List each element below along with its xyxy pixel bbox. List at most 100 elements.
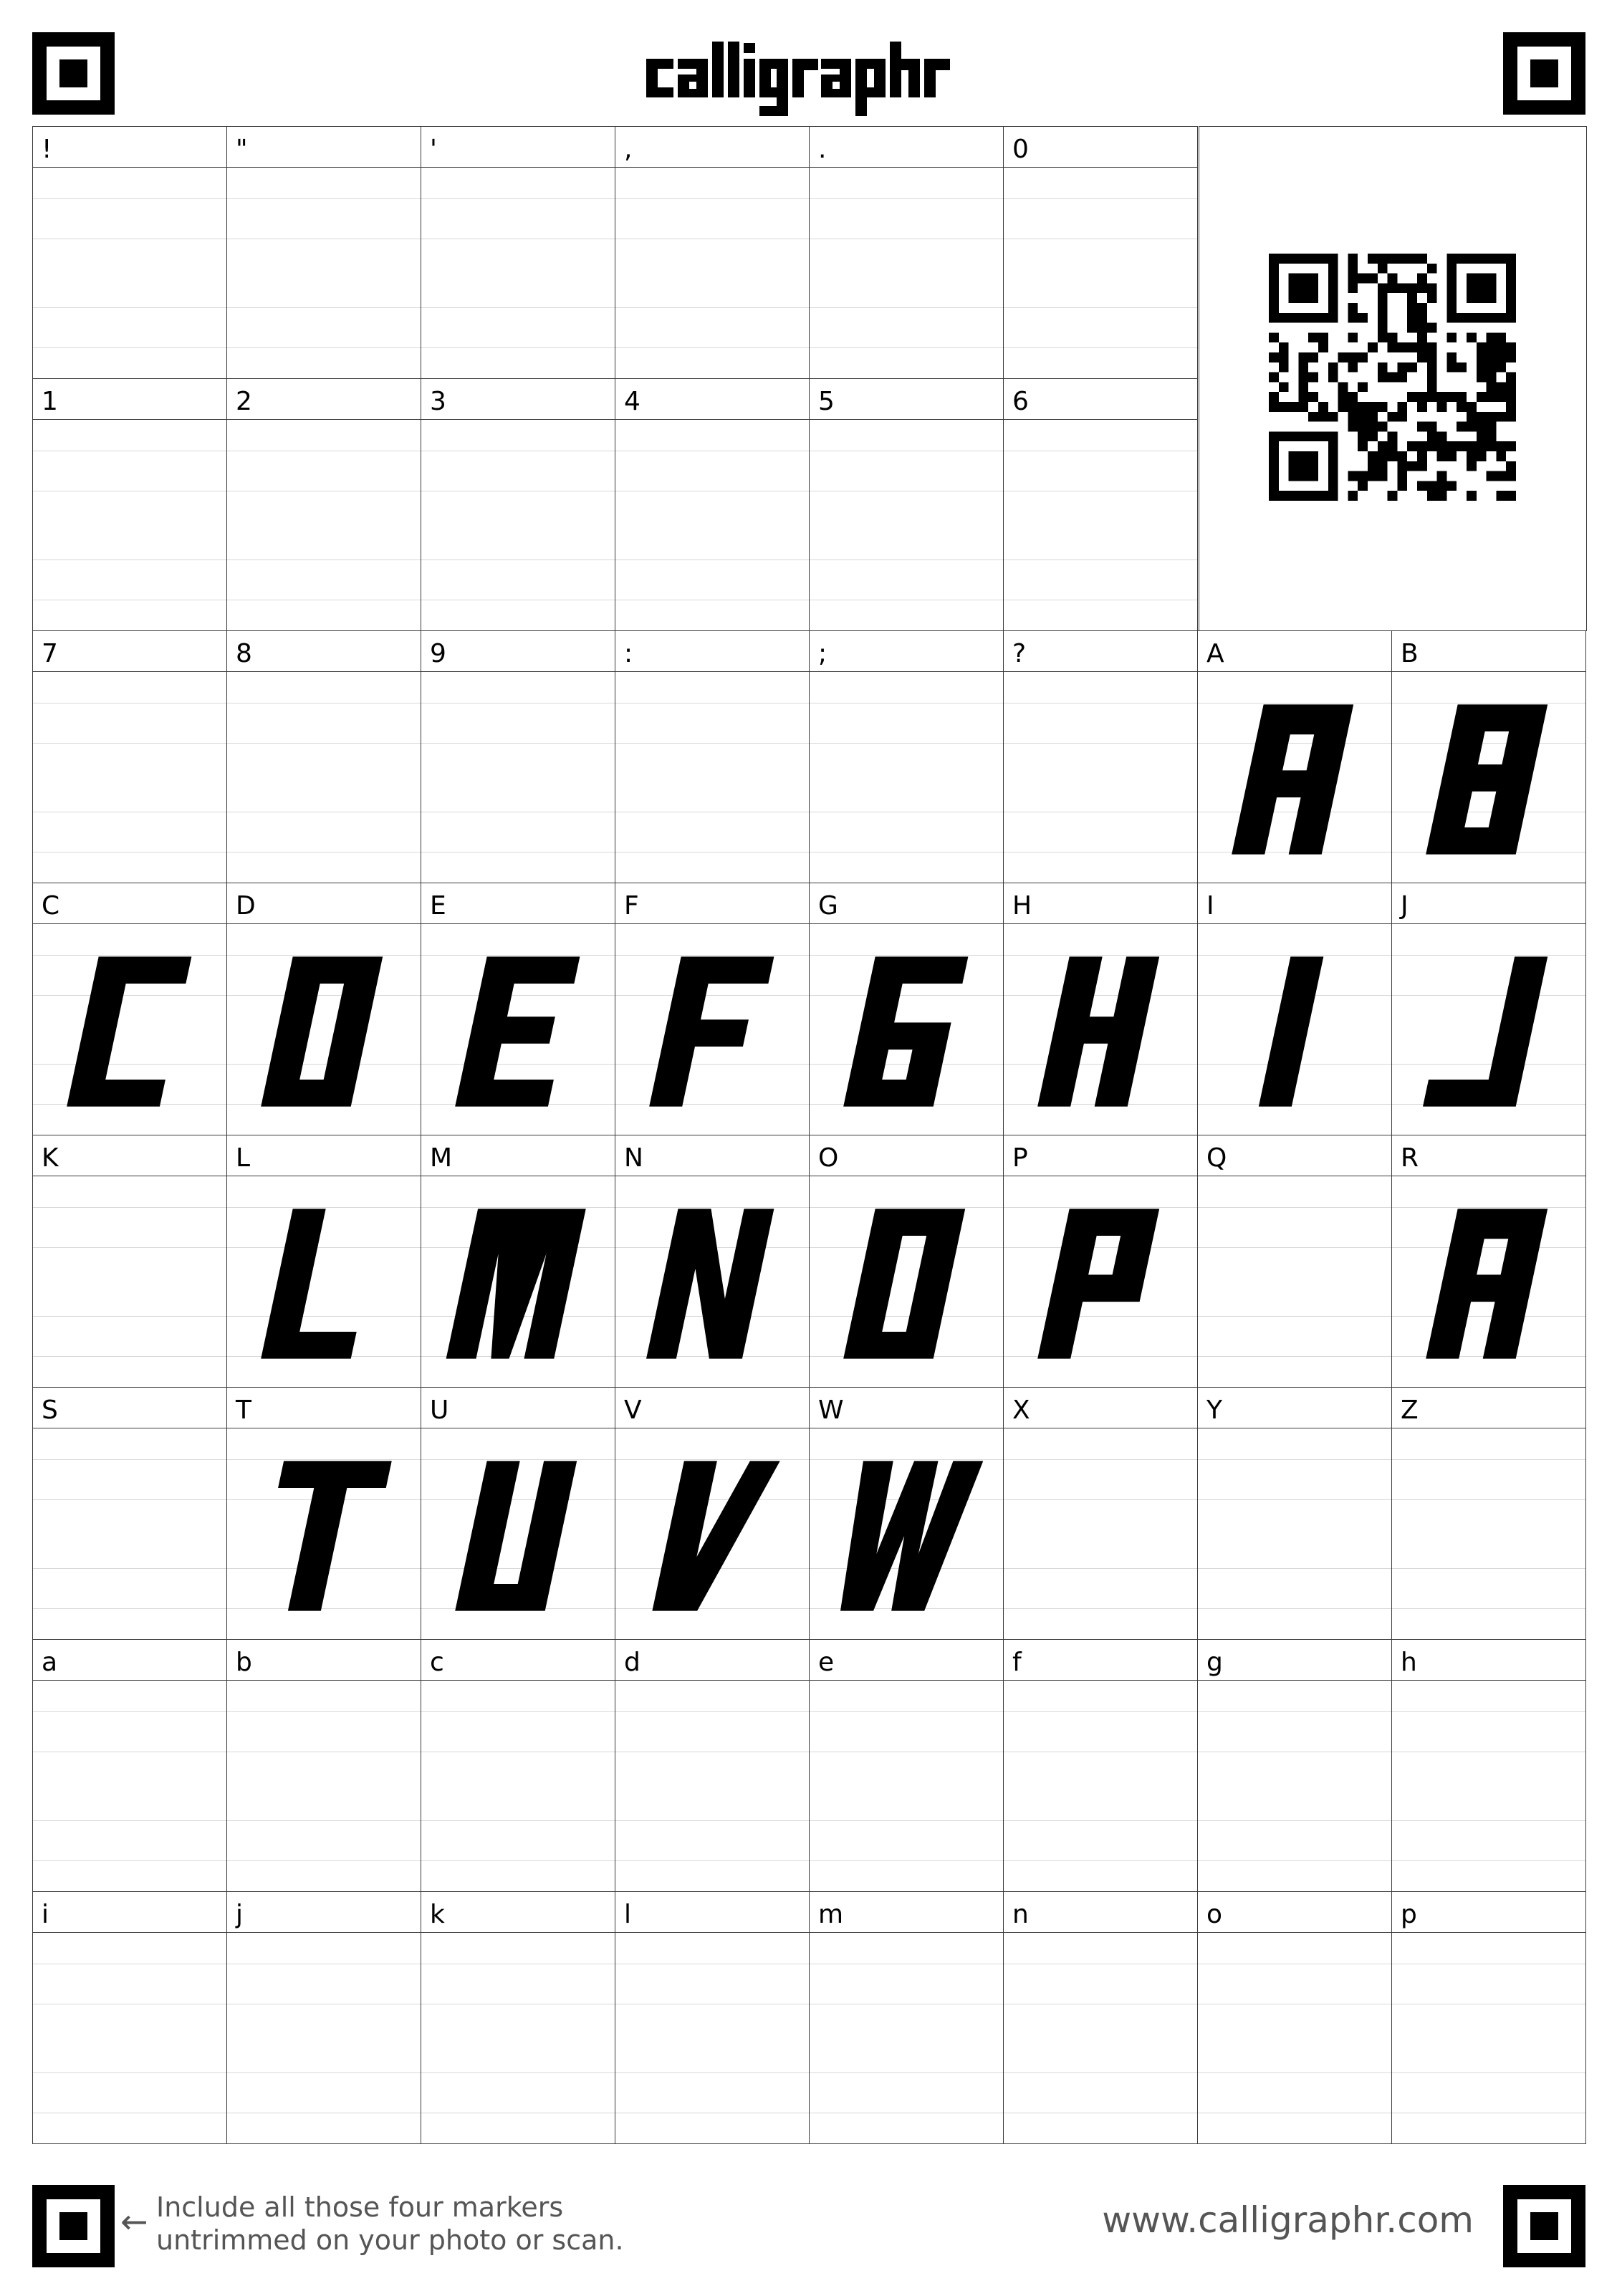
- guide-line: [421, 307, 615, 308]
- handwritten-glyph: [843, 956, 969, 1107]
- guide-line: [615, 2072, 809, 2073]
- website-url: www.calligraphr.com: [1102, 2199, 1474, 2241]
- glyph-cell: .: [809, 126, 1004, 379]
- guide-line: [33, 1608, 226, 1609]
- glyph-cell-label: d: [615, 1640, 809, 1681]
- glyph-cell: P: [1003, 1135, 1198, 1388]
- guide-line: [1198, 1316, 1391, 1317]
- guide-line: [615, 307, 809, 308]
- guide-line: [33, 307, 226, 308]
- glyph-cell: c: [421, 1639, 615, 1892]
- handwritten-glyph: [1037, 1209, 1160, 1359]
- guide-line: [1198, 1860, 1391, 1861]
- glyph-cell-label: ': [421, 127, 615, 168]
- guide-line: [1004, 1608, 1197, 1609]
- glyph-cell: A: [1197, 630, 1392, 883]
- guide-line: [33, 1711, 226, 1712]
- guide-line: [1198, 1820, 1391, 1821]
- glyph-cell: B: [1391, 630, 1586, 883]
- guide-line: [1392, 1499, 1585, 1500]
- guide-line: [33, 198, 226, 199]
- glyph-cell-label: 6: [1004, 379, 1197, 420]
- guide-line: [421, 198, 615, 199]
- guide-line: [227, 1860, 421, 1861]
- glyph-cell-label: b: [227, 1640, 421, 1681]
- glyph-cell-label: N: [615, 1135, 809, 1176]
- glyph-cell: h: [1391, 1639, 1586, 1892]
- handwritten-glyph: [261, 1209, 357, 1359]
- glyph-cell-label: k: [421, 1892, 615, 1933]
- glyph-cell-label: ": [227, 127, 421, 168]
- glyph-cell: L: [226, 1135, 421, 1388]
- glyph-cell: 4: [615, 378, 810, 631]
- glyph-cell: j: [226, 1891, 421, 2144]
- guide-line: [615, 743, 809, 744]
- glyph-cell-label: X: [1004, 1388, 1197, 1428]
- guide-line: [421, 559, 615, 560]
- glyph-cell-label: K: [33, 1135, 226, 1176]
- glyph-cell-label: g: [1198, 1640, 1391, 1681]
- guide-line: [33, 1207, 226, 1208]
- glyph-cell-label: .: [810, 127, 1003, 168]
- glyph-cell: C: [32, 883, 227, 1135]
- glyph-cell-label: J: [1392, 883, 1585, 924]
- left-arrow-icon: ←: [120, 2202, 148, 2241]
- guide-line: [1198, 1568, 1391, 1569]
- handwritten-glyph: [1232, 704, 1354, 855]
- guide-line: [227, 559, 421, 560]
- guide-line: [1392, 1459, 1585, 1460]
- glyph-cell-label: i: [33, 1892, 226, 1933]
- glyph-cell-label: A: [1198, 631, 1391, 672]
- marker-instruction-line-1: Include all those four markers: [156, 2191, 564, 2223]
- guide-line: [1392, 1608, 1585, 1609]
- guide-line: [1004, 1568, 1197, 1569]
- glyph-cell: i: [32, 1891, 227, 2144]
- glyph-cell: M: [421, 1135, 615, 1388]
- glyph-cell-label: 1: [33, 379, 226, 420]
- guide-line: [810, 559, 1003, 560]
- glyph-cell: :: [615, 630, 810, 883]
- guide-line: [1004, 743, 1197, 744]
- guide-line: [1392, 2072, 1585, 2073]
- guide-line: [33, 347, 226, 348]
- guide-line: [1004, 1499, 1197, 1500]
- glyph-cell-label: D: [227, 883, 421, 924]
- glyph-cell-label: ;: [810, 631, 1003, 672]
- glyph-cell: ,: [615, 126, 810, 379]
- guide-line: [615, 347, 809, 348]
- glyph-cell: 0: [1003, 126, 1198, 379]
- handwritten-glyph: [652, 1461, 780, 1611]
- guide-line: [1004, 198, 1197, 199]
- glyph-cell-label: a: [33, 1640, 226, 1681]
- handwritten-glyph: [843, 1209, 966, 1359]
- glyph-cell: !: [32, 126, 227, 379]
- glyph-cell: m: [809, 1891, 1004, 2144]
- handwritten-glyph: [1426, 704, 1548, 855]
- guide-line: [33, 1499, 226, 1500]
- glyph-cell: f: [1003, 1639, 1198, 1892]
- guide-line: [810, 1820, 1003, 1821]
- guide-line: [615, 198, 809, 199]
- guide-line: [33, 1459, 226, 1460]
- glyph-cell-label: 7: [33, 631, 226, 672]
- guide-line: [1198, 1459, 1391, 1460]
- guide-line: [1004, 559, 1197, 560]
- glyph-cell: Q: [1197, 1135, 1392, 1388]
- guide-line: [1004, 1459, 1197, 1460]
- glyph-cell-label: f: [1004, 1640, 1197, 1681]
- guide-line: [1004, 307, 1197, 308]
- glyph-cell-label: S: [33, 1388, 226, 1428]
- glyph-cell-label: Y: [1198, 1388, 1391, 1428]
- guide-line: [1392, 1568, 1585, 1569]
- glyph-cell: a: [32, 1639, 227, 1892]
- glyph-cell: p: [1391, 1891, 1586, 2144]
- guide-line: [227, 1820, 421, 1821]
- guide-line: [810, 1860, 1003, 1861]
- glyph-cell: ': [421, 126, 615, 379]
- guide-line: [33, 559, 226, 560]
- glyph-cell-label: 8: [227, 631, 421, 672]
- guide-line: [1004, 1711, 1197, 1712]
- guide-line: [1198, 1711, 1391, 1712]
- handwritten-glyph: [455, 1461, 577, 1611]
- qr-panel: [1199, 126, 1587, 631]
